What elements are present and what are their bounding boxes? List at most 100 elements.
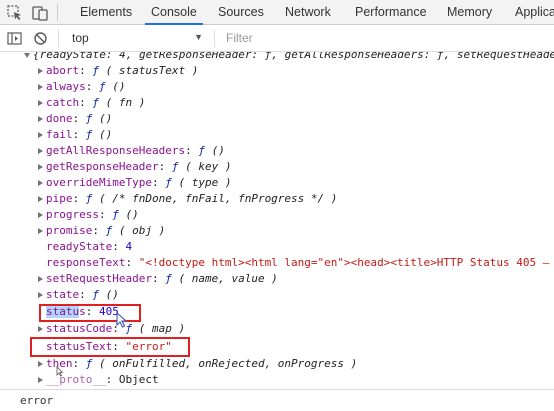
- prop-row[interactable]: getAllResponseHeaders: ƒ (): [38, 143, 225, 159]
- prop-key: pipe: [46, 192, 73, 205]
- expand-arrow-icon[interactable]: [38, 291, 43, 298]
- toolbar-separator: [214, 30, 215, 47]
- prop-args: ( fn ): [105, 96, 146, 109]
- prop-fn: ƒ: [85, 128, 93, 141]
- expand-arrow-icon[interactable]: [38, 115, 43, 122]
- prop-row[interactable]: catch: ƒ ( fn ): [38, 95, 145, 111]
- prop-args: ( key ): [185, 160, 232, 173]
- console-log-area: {readyState: 4, getResponseHeader: ƒ, ge…: [0, 52, 554, 387]
- filter-input[interactable]: Filter: [226, 31, 253, 45]
- expand-arrow-icon[interactable]: [38, 227, 43, 234]
- prop-fn: ƒ: [85, 112, 93, 125]
- prop-row-ready-state: readyState: 4: [46, 240, 133, 253]
- expand-arrow-icon[interactable]: [38, 147, 43, 154]
- tab-console[interactable]: Console: [145, 0, 203, 25]
- tab-network[interactable]: Network: [285, 0, 331, 24]
- context-value: top: [72, 31, 89, 45]
- devtools-tab-bar: Elements Console Sources Network Perform…: [0, 0, 554, 25]
- expand-arrow-icon[interactable]: [38, 211, 43, 218]
- expand-arrow-icon[interactable]: [38, 67, 43, 74]
- prop-fn: ƒ: [125, 322, 133, 335]
- tab-separator: [57, 4, 58, 21]
- device-toolbar-icon[interactable]: [32, 4, 49, 21]
- prop-row[interactable]: abort: ƒ ( statusText ): [38, 63, 198, 79]
- prop-key: readyState: [46, 240, 113, 253]
- expand-arrow-icon[interactable]: [38, 360, 43, 367]
- prop-fn: ƒ: [92, 288, 99, 301]
- prop-fn: ƒ: [165, 272, 172, 285]
- expand-arrow-icon[interactable]: [38, 179, 43, 186]
- prop-row[interactable]: state: ƒ (): [38, 287, 119, 303]
- prop-fn: ƒ: [92, 96, 99, 109]
- prop-key: done: [46, 112, 73, 125]
- prop-row[interactable]: getResponseHeader: ƒ ( key ): [38, 159, 231, 175]
- expand-arrow-icon[interactable]: [24, 53, 30, 58]
- tab-memory[interactable]: Memory: [447, 0, 492, 24]
- prop-fn: ƒ: [198, 144, 205, 157]
- prop-row[interactable]: setRequestHeader: ƒ ( name, value ): [38, 271, 278, 287]
- console-output-text: error: [20, 394, 54, 407]
- prop-row[interactable]: then: ƒ ( onFulfilled, onRejected, onPro…: [38, 356, 357, 372]
- execution-context-select[interactable]: top ▼: [66, 30, 207, 48]
- prop-args: ( /* fnDone, fnFail, fnProgress */ ): [99, 192, 338, 205]
- tab-performance[interactable]: Performance: [355, 0, 427, 24]
- show-sidebar-icon[interactable]: [7, 31, 22, 46]
- chevron-down-icon: ▼: [194, 32, 203, 42]
- prop-fn: ƒ: [99, 80, 106, 93]
- prop-key: __proto__: [46, 373, 106, 386]
- prop-fn: ƒ: [171, 160, 179, 173]
- object-summary: {readyState: 4, getResponseHeader: ƒ, ge…: [33, 52, 554, 61]
- expand-arrow-icon[interactable]: [38, 275, 43, 282]
- expand-arrow-icon[interactable]: [38, 195, 43, 202]
- clear-console-icon[interactable]: [33, 31, 48, 46]
- prop-args: ( obj ): [118, 224, 166, 237]
- prop-value: 4: [125, 240, 133, 253]
- prop-args: ( onFulfilled, onRejected, onProgress ): [99, 357, 358, 370]
- prop-value: Object: [118, 373, 159, 386]
- prop-key: overrideMimeType: [46, 176, 152, 189]
- prop-args: ( statusText ): [105, 64, 199, 77]
- prop-args: (): [211, 144, 225, 157]
- prop-row[interactable]: overrideMimeType: ƒ ( type ): [38, 175, 231, 191]
- prop-args: ( map ): [138, 322, 186, 335]
- expand-arrow-icon[interactable]: [38, 376, 43, 383]
- expand-arrow-icon[interactable]: [38, 163, 43, 170]
- prop-row[interactable]: fail: ƒ (): [38, 127, 112, 143]
- prop-args: (): [105, 288, 119, 301]
- prop-key: fail: [46, 128, 73, 141]
- prop-key: getAllResponseHeaders: [46, 144, 186, 157]
- prop-fn: ƒ: [105, 224, 113, 237]
- prop-args: (): [125, 208, 139, 221]
- console-output-row: error: [0, 389, 554, 411]
- prop-row-response-text: responseText: "<!doctype html><html lang…: [46, 256, 550, 269]
- expand-arrow-icon[interactable]: [38, 325, 43, 332]
- prop-row[interactable]: always: ƒ (): [38, 79, 126, 95]
- toolbar-separator: [58, 30, 59, 47]
- prop-args: (): [112, 80, 126, 93]
- expand-arrow-icon[interactable]: [38, 99, 43, 106]
- tab-elements[interactable]: Elements: [80, 0, 132, 24]
- prop-key: catch: [46, 96, 80, 109]
- prop-args: (): [99, 112, 113, 125]
- prop-row[interactable]: progress: ƒ (): [38, 207, 139, 223]
- prop-row[interactable]: __proto__: Object: [38, 372, 159, 387]
- expand-arrow-icon[interactable]: [38, 83, 43, 90]
- prop-row[interactable]: statusCode: ƒ ( map ): [38, 321, 185, 337]
- prop-row[interactable]: pipe: ƒ ( /* fnDone, fnFail, fnProgress …: [38, 191, 337, 207]
- prop-key: statusCode: [46, 322, 113, 335]
- object-header-row[interactable]: {readyState: 4, getResponseHeader: ƒ, ge…: [24, 52, 554, 63]
- prop-key: progress: [46, 208, 99, 221]
- prop-key: promise: [46, 224, 93, 237]
- tab-sources[interactable]: Sources: [218, 0, 264, 24]
- prop-row[interactable]: done: ƒ (): [38, 111, 112, 127]
- annotation-box-status-text: [30, 337, 190, 357]
- console-toolbar: top ▼ Filter: [0, 25, 554, 52]
- inspect-element-icon[interactable]: [6, 4, 23, 21]
- tab-application[interactable]: Applica: [515, 0, 554, 24]
- prop-key: always: [46, 80, 86, 93]
- prop-args: ( type ): [178, 176, 232, 189]
- expand-arrow-icon[interactable]: [38, 131, 43, 138]
- prop-row[interactable]: promise: ƒ ( obj ): [38, 223, 165, 239]
- prop-key: getResponseHeader: [46, 160, 159, 173]
- prop-key: state: [46, 288, 80, 301]
